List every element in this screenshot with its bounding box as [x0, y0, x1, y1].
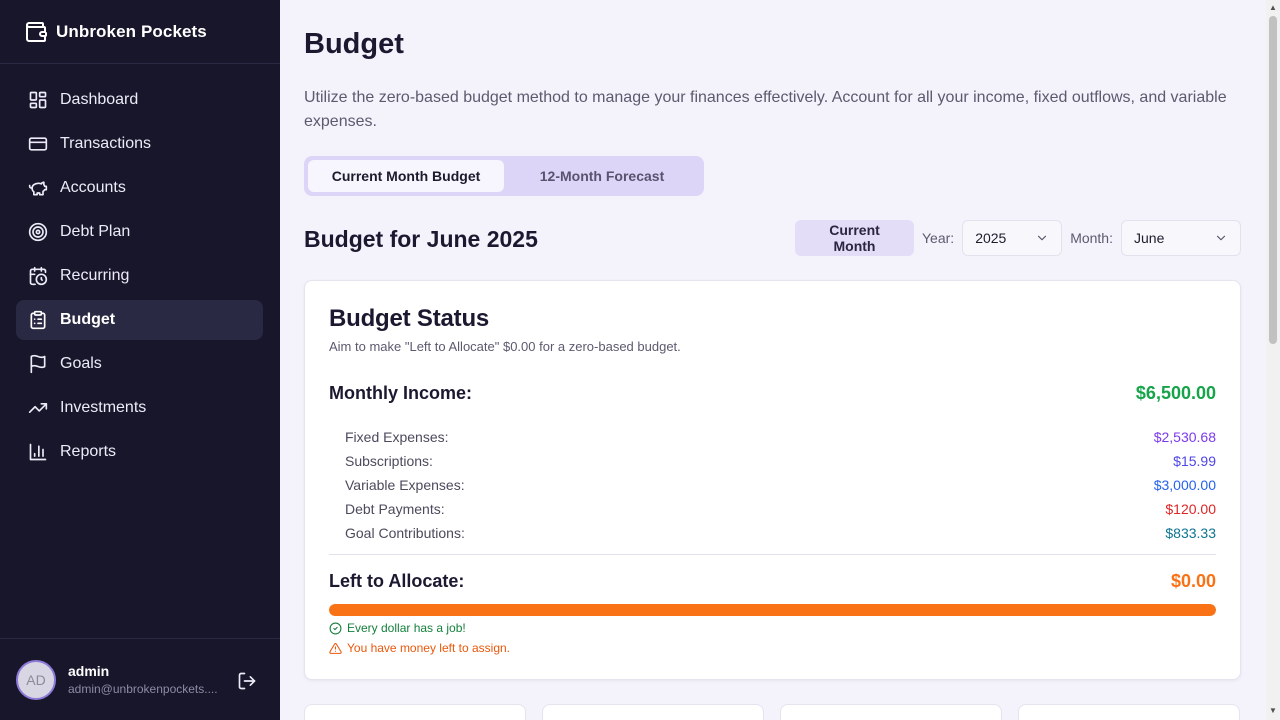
tab-12-month-forecast[interactable]: 12-Month Forecast	[504, 160, 700, 192]
allocation-progress-bar	[329, 604, 1216, 616]
flag-icon	[28, 354, 48, 374]
sidebar-item-investments[interactable]: Investments	[16, 388, 263, 428]
sidebar-item-label: Accounts	[60, 179, 126, 196]
sidebar-item-transactions[interactable]: Transactions	[16, 124, 263, 164]
period-controls: Current Month Year: 2025 Month: June	[795, 220, 1241, 256]
wallet-icon	[24, 20, 48, 44]
monthly-income-row: Monthly Income: $6,500.00	[329, 383, 1216, 404]
app-name: Unbroken Pockets	[56, 21, 207, 41]
year-label: Year:	[922, 230, 955, 246]
alert-triangle-icon	[329, 642, 342, 655]
line-item-label: Subscriptions:	[345, 453, 433, 469]
sidebar-item-label: Reports	[60, 443, 117, 460]
expense-breakdown: Fixed Expenses: $2,530.68 Subscriptions:…	[345, 425, 1216, 545]
scroll-up-arrow[interactable]: ▲	[1269, 4, 1277, 12]
line-item-debt-payments: Debt Payments: $120.00	[345, 497, 1216, 521]
check-circle-icon	[329, 622, 342, 635]
divider	[329, 554, 1216, 555]
sidebar-item-dashboard[interactable]: Dashboard	[16, 80, 263, 120]
current-month-button[interactable]: Current Month	[795, 220, 914, 256]
vertical-scrollbar[interactable]: ▲ ▼	[1266, 0, 1280, 720]
summary-card	[542, 704, 764, 720]
budget-period-title: Budget for June 2025	[304, 226, 538, 252]
tab-current-month-budget[interactable]: Current Month Budget	[308, 160, 504, 192]
line-item-value: $833.33	[1165, 525, 1216, 541]
warning-message: You have money left to assign.	[329, 641, 510, 655]
month-label: Month:	[1070, 230, 1113, 246]
clipboard-list-icon	[28, 310, 48, 330]
sidebar-item-label: Transactions	[60, 135, 151, 152]
summary-card	[1018, 704, 1240, 720]
warning-message-text: You have money left to assign.	[347, 641, 510, 655]
summary-card	[780, 704, 1002, 720]
sidebar: Unbroken Pockets Dashboard Transactions …	[0, 0, 280, 720]
chevron-down-icon	[1214, 231, 1228, 245]
logout-icon[interactable]	[237, 671, 257, 691]
brand[interactable]: Unbroken Pockets	[0, 0, 280, 64]
line-item-variable-expenses: Variable Expenses: $3,000.00	[345, 473, 1216, 497]
user-profile: AD admin admin@unbrokenpockets....	[0, 638, 280, 720]
scrollbar-thumb[interactable]	[1269, 16, 1277, 344]
line-item-value: $3,000.00	[1153, 477, 1216, 493]
success-message-text: Every dollar has a job!	[347, 621, 466, 635]
sidebar-item-goals[interactable]: Goals	[16, 344, 263, 384]
sidebar-item-label: Dashboard	[60, 91, 139, 108]
dashboard-icon	[28, 90, 48, 110]
line-item-label: Goal Contributions:	[345, 525, 465, 541]
scroll-down-arrow[interactable]: ▼	[1269, 707, 1277, 715]
line-item-subscriptions: Subscriptions: $15.99	[345, 449, 1216, 473]
sidebar-item-recurring[interactable]: Recurring	[16, 256, 263, 296]
main-content: Budget Utilize the zero-based budget met…	[280, 0, 1266, 720]
page-description: Utilize the zero-based budget method to …	[304, 89, 1227, 130]
sidebar-item-debt-plan[interactable]: Debt Plan	[16, 212, 263, 252]
user-info: admin admin@unbrokenpockets....	[68, 663, 228, 696]
left-to-allocate-row: Left to Allocate: $0.00	[329, 571, 1216, 592]
sidebar-item-label: Budget	[60, 311, 116, 328]
sidebar-nav: Dashboard Transactions Accounts Debt Pla…	[16, 80, 263, 476]
income-value: $6,500.00	[1135, 383, 1216, 403]
credit-card-icon	[28, 134, 48, 154]
card-subtitle: Aim to make "Left to Allocate" $0.00 for…	[329, 339, 681, 354]
line-item-value: $2,530.68	[1153, 429, 1216, 445]
trending-up-icon	[28, 398, 48, 418]
line-item-label: Fixed Expenses:	[345, 429, 449, 445]
year-select[interactable]: 2025	[962, 220, 1063, 256]
sidebar-item-label: Investments	[60, 399, 147, 416]
sidebar-item-reports[interactable]: Reports	[16, 432, 263, 472]
month-value: June	[1134, 230, 1165, 246]
sidebar-item-label: Recurring	[60, 267, 130, 284]
left-to-allocate-label: Left to Allocate:	[329, 571, 465, 591]
line-item-label: Variable Expenses:	[345, 477, 465, 493]
income-label: Monthly Income:	[329, 383, 472, 403]
success-message: Every dollar has a job!	[329, 621, 466, 635]
user-name: admin	[68, 663, 110, 679]
budget-status-card: Budget Status Aim to make "Left to Alloc…	[304, 280, 1241, 680]
card-title: Budget Status	[329, 305, 490, 332]
bar-chart-icon	[28, 442, 48, 462]
line-item-value: $120.00	[1165, 501, 1216, 517]
line-item-fixed-expenses: Fixed Expenses: $2,530.68	[345, 425, 1216, 449]
sidebar-item-label: Debt Plan	[60, 223, 131, 240]
month-select[interactable]: June	[1121, 220, 1241, 256]
line-item-goal-contributions: Goal Contributions: $833.33	[345, 521, 1216, 545]
year-value: 2025	[975, 230, 1007, 246]
sidebar-item-budget[interactable]: Budget	[16, 300, 263, 340]
avatar[interactable]: AD	[16, 659, 56, 700]
left-to-allocate-value: $0.00	[1170, 571, 1216, 591]
line-item-label: Debt Payments:	[345, 501, 445, 517]
line-item-value: $15.99	[1173, 453, 1216, 469]
summary-card	[304, 704, 526, 720]
piggy-bank-icon	[28, 178, 48, 198]
target-icon	[28, 222, 48, 242]
chevron-down-icon	[1035, 231, 1049, 245]
budget-tabs: Current Month Budget 12-Month Forecast	[304, 156, 704, 196]
sidebar-item-label: Goals	[60, 355, 102, 372]
calendar-clock-icon	[28, 266, 48, 286]
allocation-progress-fill	[329, 604, 1216, 616]
sidebar-item-accounts[interactable]: Accounts	[16, 168, 263, 208]
page-title: Budget	[304, 28, 404, 60]
user-email: admin@unbrokenpockets....	[68, 682, 218, 696]
